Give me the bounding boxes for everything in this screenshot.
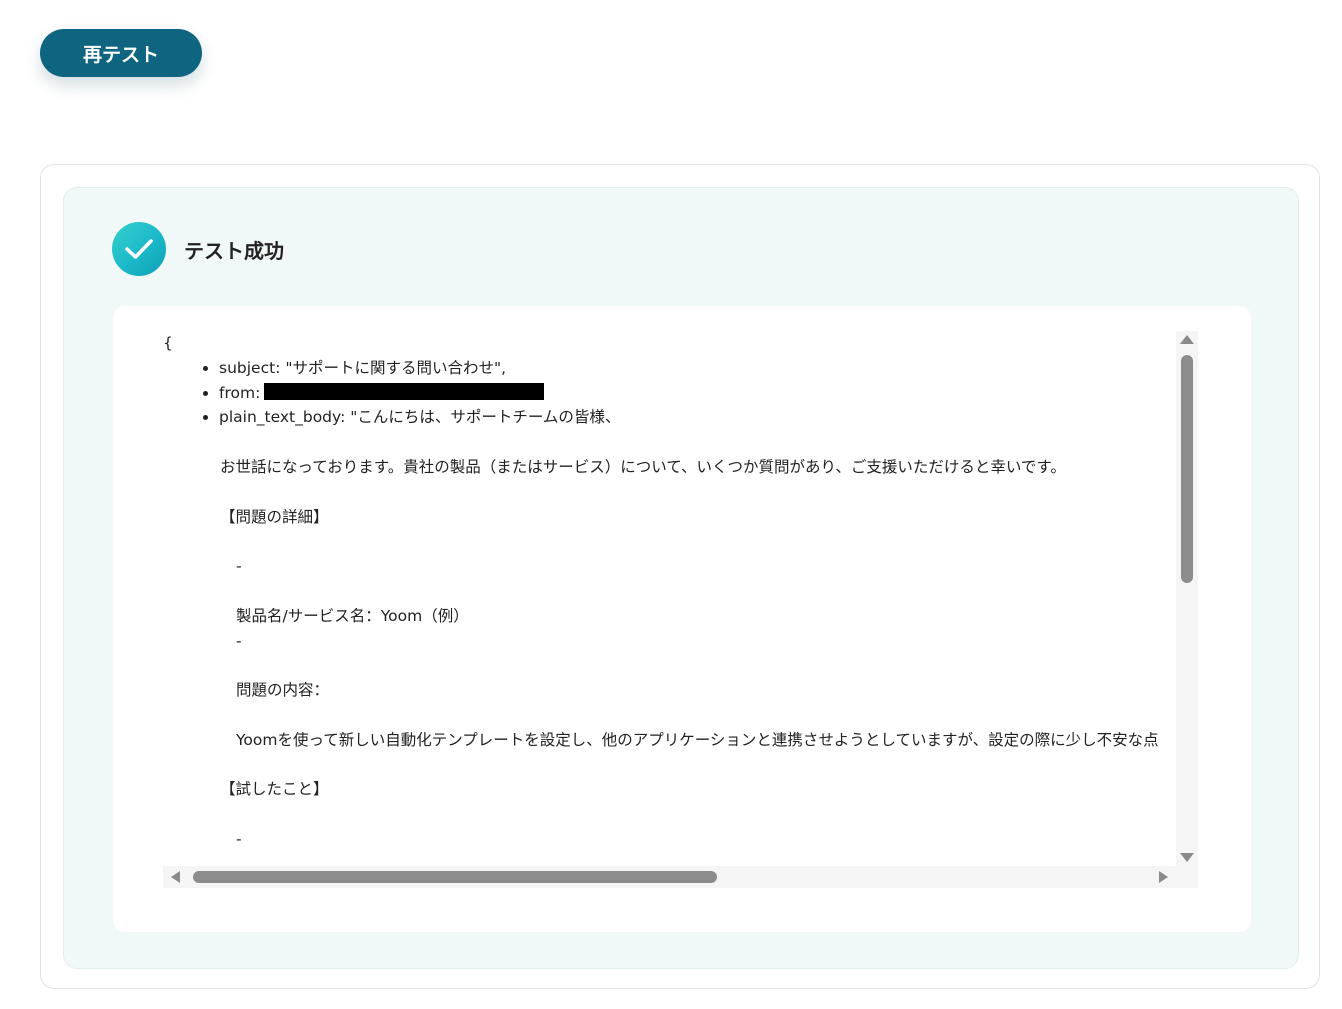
field-key: subject xyxy=(219,358,276,377)
body-line: 問題の内容： xyxy=(236,681,330,700)
json-content: { subject: "サポートに関する問い合わせ", from: plain_… xyxy=(163,331,1176,852)
scroll-down-icon[interactable] xyxy=(1180,853,1194,862)
field-from: from: xyxy=(219,381,1176,406)
body-line: お世話になっております。貴社の製品（またはサービス）について、いくつか質問があり… xyxy=(220,457,1066,476)
scroll-left-icon[interactable] xyxy=(171,871,180,883)
redacted-email xyxy=(264,382,545,400)
field-value: "サポートに関する問い合わせ", xyxy=(285,358,507,377)
retest-button[interactable]: 再テスト xyxy=(40,29,202,77)
check-mark-icon xyxy=(125,239,153,259)
body-line: - xyxy=(236,829,242,848)
vertical-scrollbar[interactable] xyxy=(1176,331,1198,866)
field-list: subject: "サポートに関する問い合わせ", from: plain_te… xyxy=(163,356,1176,430)
body-line: - xyxy=(236,557,242,576)
vertical-scroll-thumb[interactable] xyxy=(1181,355,1193,583)
field-key: from xyxy=(219,383,256,402)
status-title: テスト成功 xyxy=(184,238,284,263)
body-line: 【試したこと】 xyxy=(220,780,329,799)
check-icon xyxy=(112,222,166,276)
status-row: テスト成功 xyxy=(112,222,284,276)
output-viewer: { subject: "サポートに関する問い合わせ", from: plain_… xyxy=(113,306,1251,932)
scroll-right-icon[interactable] xyxy=(1159,871,1168,883)
field-key: plain_text_body xyxy=(219,408,341,427)
field-value: "こんにちは、サポートチームの皆様、 xyxy=(350,408,621,427)
test-result-card: テスト成功 { subject: "サポートに関する問い合わせ", from: … xyxy=(40,164,1320,989)
field-subject: subject: "サポートに関する問い合わせ", xyxy=(219,356,1176,381)
horizontal-scroll-thumb[interactable] xyxy=(193,871,717,883)
body-line: 製品名/サービス名：Yoom（例） xyxy=(236,606,469,625)
scroll-up-icon[interactable] xyxy=(1180,335,1194,344)
body-line: Yoomを使って新しい自動化テンプレートを設定し、他のアプリケーションと連携させ… xyxy=(236,730,1159,749)
output-viewport[interactable]: { subject: "サポートに関する問い合わせ", from: plain_… xyxy=(163,331,1176,866)
body-line: 【問題の詳細】 xyxy=(220,507,329,526)
field-plain-text-body: plain_text_body: "こんにちは、サポートチームの皆様、 xyxy=(219,405,1176,430)
open-brace: { xyxy=(163,334,173,352)
success-panel: テスト成功 { subject: "サポートに関する問い合わせ", from: … xyxy=(63,187,1299,969)
body-line: - xyxy=(236,631,242,650)
horizontal-scrollbar[interactable] xyxy=(163,866,1198,888)
